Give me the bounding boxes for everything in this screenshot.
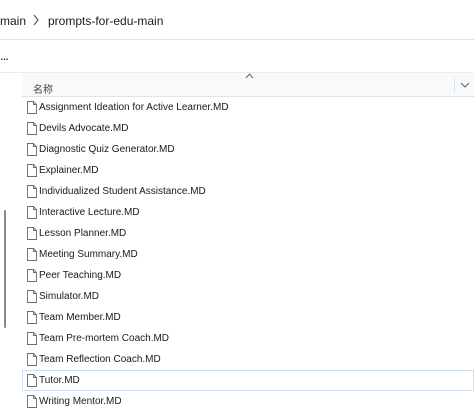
file-name: Team Member.MD	[39, 312, 121, 323]
more-options-button[interactable]: ...	[0, 47, 14, 65]
file-row[interactable]: Team Member.MD	[22, 307, 474, 328]
file-row[interactable]: Explainer.MD	[22, 160, 474, 181]
file-name: Interactive Lecture.MD	[39, 207, 140, 218]
file-name: Individualized Student Assistance.MD	[39, 186, 206, 197]
file-name: Peer Teaching.MD	[39, 270, 122, 281]
file-row[interactable]: Team Reflection Coach.MD	[22, 349, 474, 370]
file-name: Meeting Summary.MD	[39, 249, 138, 260]
file-name: Explainer.MD	[39, 165, 99, 176]
file-icon	[27, 164, 37, 177]
file-icon	[27, 122, 37, 135]
file-list: Assignment Ideation for Active Learner.M…	[22, 97, 474, 412]
file-row[interactable]: Lesson Planner.MD	[22, 223, 474, 244]
file-name: Team Pre-mortem Coach.MD	[39, 333, 170, 344]
breadcrumb-item-folder[interactable]: prompts-for-edu-main	[48, 14, 163, 28]
scrollbar[interactable]	[4, 210, 6, 328]
chevron-right-icon	[33, 14, 39, 26]
file-icon	[27, 206, 37, 219]
sort-ascending-icon	[245, 73, 254, 79]
file-icon	[27, 353, 37, 366]
file-row[interactable]: Meeting Summary.MD	[22, 244, 474, 265]
file-row[interactable]: Team Pre-mortem Coach.MD	[22, 328, 474, 349]
file-name: Assignment Ideation for Active Learner.M…	[39, 102, 229, 113]
file-row[interactable]: Individualized Student Assistance.MD	[22, 181, 474, 202]
file-name: Devils Advocate.MD	[39, 123, 129, 134]
file-row[interactable]: Interactive Lecture.MD	[22, 202, 474, 223]
file-icon	[27, 101, 37, 114]
file-icon	[27, 290, 37, 303]
toolbar: ...	[0, 40, 474, 73]
breadcrumb-item-main[interactable]: main	[0, 14, 26, 28]
file-row[interactable]: Assignment Ideation for Active Learner.M…	[22, 97, 474, 118]
file-name: Lesson Planner.MD	[39, 228, 127, 239]
file-icon	[27, 248, 37, 261]
file-name: Tutor.MD	[39, 375, 80, 386]
file-name: Team Reflection Coach.MD	[39, 354, 161, 365]
file-name: Simulator.MD	[39, 291, 100, 302]
column-header-row: 名称	[22, 73, 474, 97]
file-row[interactable]: Devils Advocate.MD	[22, 118, 474, 139]
file-icon	[27, 311, 37, 324]
file-row[interactable]: Writing Mentor.MD	[22, 391, 474, 412]
column-divider	[454, 77, 455, 93]
file-row[interactable]: Peer Teaching.MD	[22, 265, 474, 286]
file-icon	[27, 395, 37, 408]
file-icon	[27, 269, 37, 282]
file-row[interactable]: Simulator.MD	[22, 286, 474, 307]
chevron-down-icon[interactable]	[460, 81, 470, 89]
file-icon	[27, 374, 37, 387]
file-icon	[27, 143, 37, 156]
file-name: Writing Mentor.MD	[39, 396, 122, 407]
file-row[interactable]: Diagnostic Quiz Generator.MD	[22, 139, 474, 160]
file-icon	[27, 227, 37, 240]
file-row[interactable]: Tutor.MD	[22, 370, 474, 391]
file-icon	[27, 185, 37, 198]
breadcrumb: main prompts-for-edu-main	[0, 0, 474, 40]
file-icon	[27, 332, 37, 345]
file-name: Diagnostic Quiz Generator.MD	[39, 144, 175, 155]
column-header-name[interactable]: 名称	[33, 81, 53, 96]
